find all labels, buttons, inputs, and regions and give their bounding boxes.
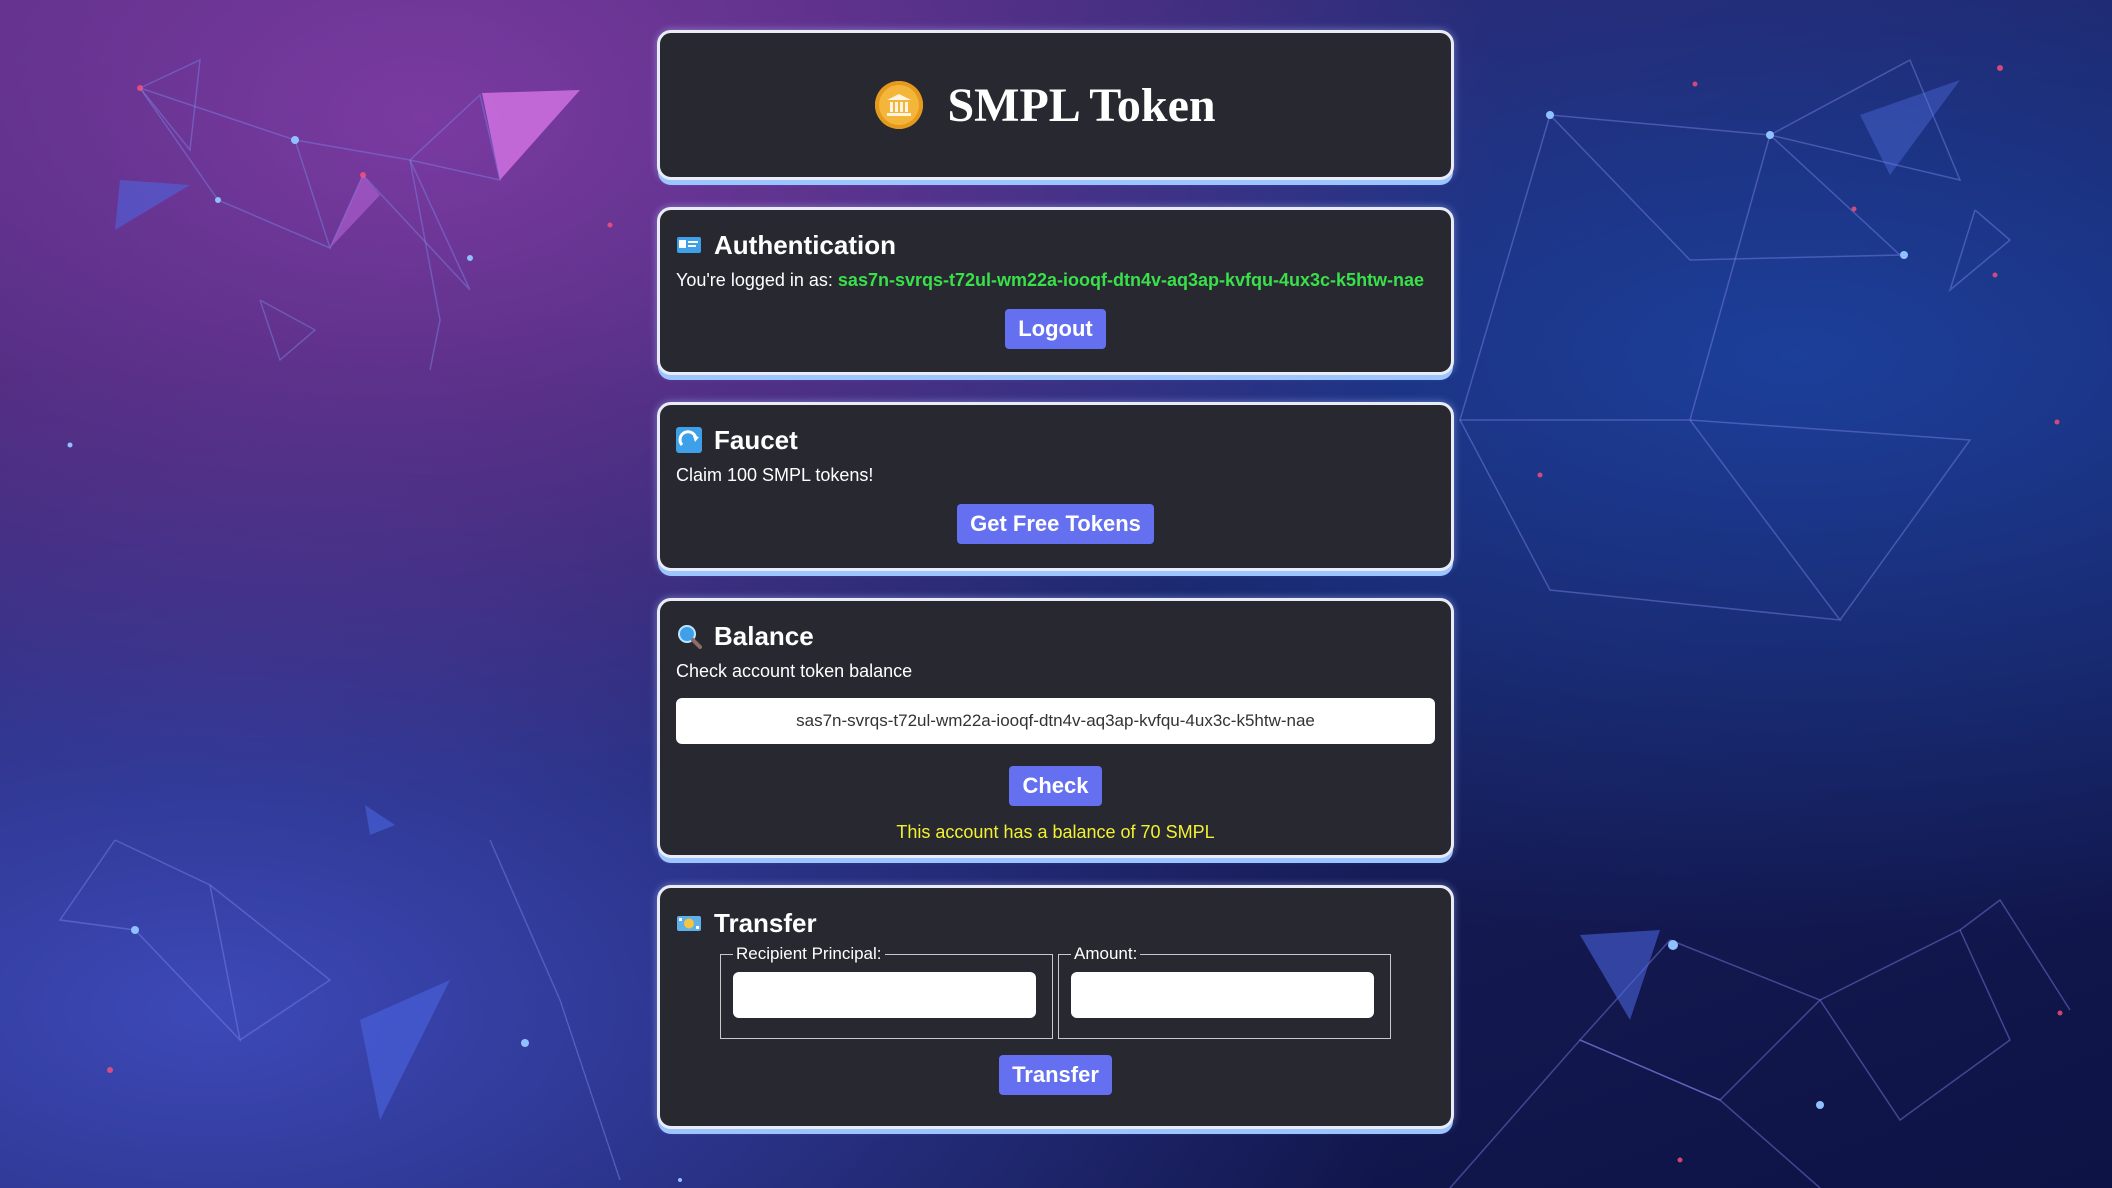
login-status: You're logged in as: sas7n-svrqs-t72ul-w…	[676, 270, 1435, 291]
transfer-header: Transfer	[676, 908, 1435, 938]
recipient-fieldset: Recipient Principal:	[720, 944, 1053, 1039]
id-card-icon	[676, 232, 702, 258]
balance-description: Check account token balance	[676, 661, 913, 681]
check-button[interactable]: Check	[1009, 766, 1102, 806]
bank-coin-icon	[875, 81, 924, 129]
main-column: SMPL Token Authentication You're logged …	[657, 30, 1454, 1156]
balance-header: Balance	[676, 621, 1435, 651]
amount-label: Amount:	[1074, 944, 1138, 963]
magnifier-icon	[676, 623, 702, 649]
get-free-tokens-button[interactable]: Get Free Tokens	[957, 504, 1154, 544]
faucet-title: Faucet	[714, 424, 798, 455]
faucet-card: Faucet Claim 100 SMPL tokens! Get Free T…	[657, 402, 1454, 571]
transfer-button[interactable]: Transfer	[999, 1055, 1112, 1095]
amount-input[interactable]	[1071, 972, 1374, 1018]
balance-result: This account has a balance of 70 SMPL	[896, 822, 1215, 842]
balance-title: Balance	[714, 620, 814, 651]
login-status-label: You're logged in as:	[676, 270, 833, 290]
faucet-icon	[676, 427, 702, 453]
transfer-title: Transfer	[714, 907, 817, 938]
logout-button[interactable]: Logout	[1005, 309, 1106, 349]
principal-id: sas7n-svrqs-t72ul-wm22a-iooqf-dtn4v-aq3a…	[837, 270, 1425, 290]
amount-fieldset: Amount:	[1058, 944, 1391, 1039]
balance-principal-input[interactable]	[676, 698, 1435, 744]
header-card: SMPL Token	[657, 30, 1454, 180]
authentication-card: Authentication You're logged in as: sas7…	[657, 207, 1454, 375]
faucet-description: Claim 100 SMPL tokens!	[676, 465, 874, 485]
app-title: SMPL Token	[947, 78, 1216, 132]
recipient-principal-input[interactable]	[733, 972, 1036, 1018]
faucet-header: Faucet	[676, 425, 1435, 455]
transfer-card: Transfer Recipient Principal: Amount: Tr…	[657, 885, 1454, 1129]
recipient-label: Recipient Principal:	[736, 944, 882, 963]
authentication-title: Authentication	[714, 229, 896, 260]
authentication-header: Authentication	[676, 230, 1435, 260]
money-bill-icon	[676, 910, 702, 936]
balance-card: Balance Check account token balance Chec…	[657, 598, 1454, 858]
